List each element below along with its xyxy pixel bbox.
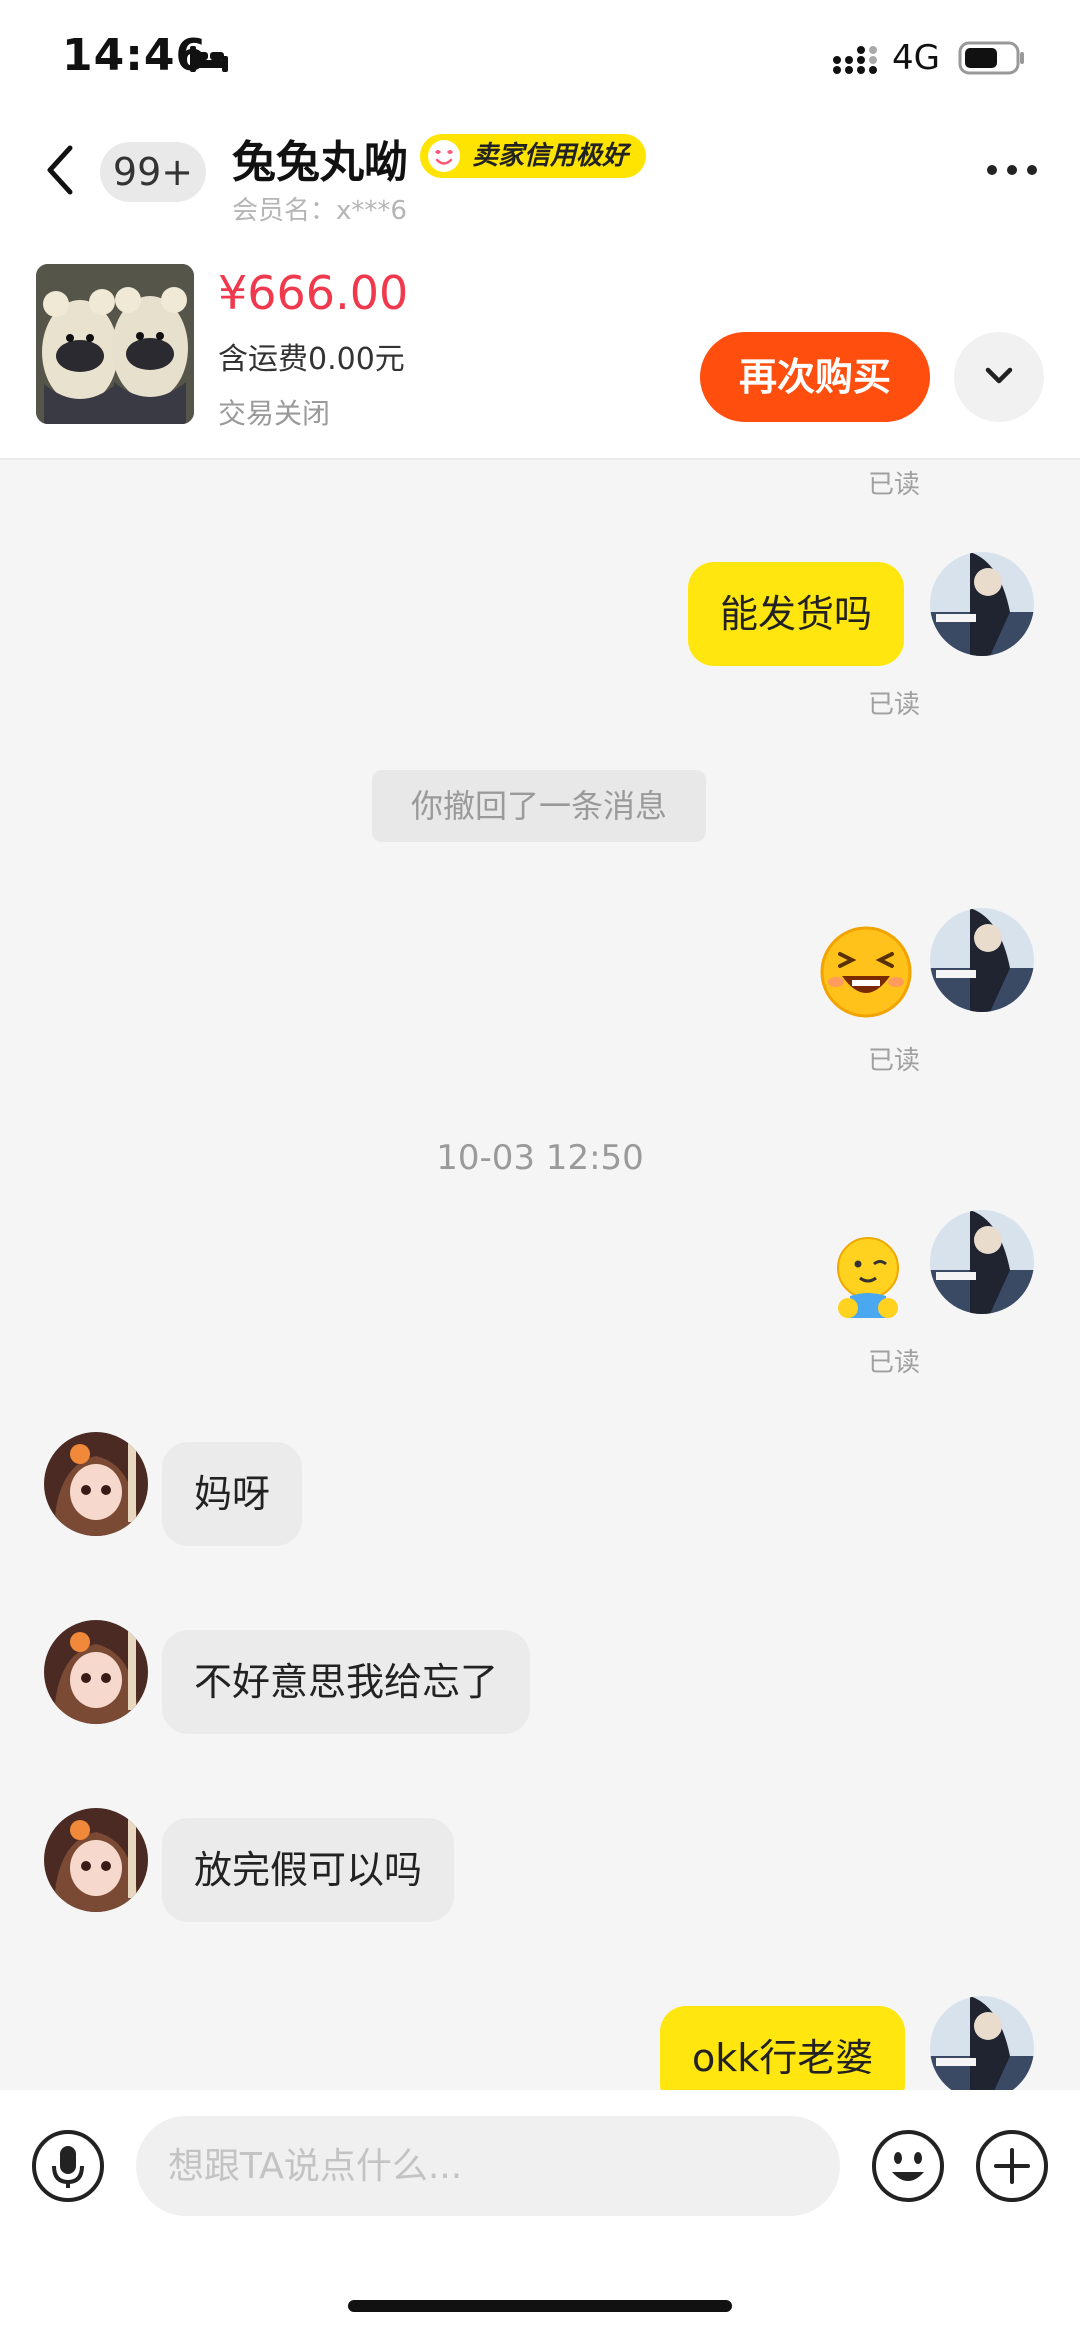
contact-avatar[interactable] — [44, 1808, 148, 1912]
contact-message-bubble[interactable]: 放完假可以吗 — [162, 1818, 455, 1922]
avatar-image — [930, 908, 1034, 1012]
contact-name[interactable]: 兔兔丸呦 — [232, 126, 408, 190]
read-receipt: 已读 — [868, 1348, 921, 1378]
signal-strength-icon — [833, 46, 877, 74]
seller-credit-badge[interactable]: 卖家信用极好 — [420, 134, 647, 178]
avatar-image — [930, 552, 1034, 656]
plush-slippers-image — [36, 264, 194, 424]
avatar-image — [930, 1996, 1034, 2100]
product-thumbnail[interactable] — [36, 264, 194, 424]
my-avatar[interactable] — [930, 1210, 1034, 1314]
avatar-image — [44, 1808, 148, 1912]
avatar-image — [44, 1620, 148, 1724]
trade-status: 交易关闭 — [218, 397, 331, 430]
member-name: 会员名：x***6 — [232, 196, 407, 226]
read-receipt: 已读 — [868, 690, 921, 720]
chevron-down-icon — [985, 367, 1013, 384]
chat-timestamp: 10-03 12:50 — [436, 1138, 644, 1178]
status-time: 14:46 — [62, 30, 208, 81]
read-receipt: 已读 — [868, 1046, 921, 1076]
my-avatar[interactable] — [930, 552, 1034, 656]
message-input[interactable] — [136, 2116, 840, 2216]
microphone-icon[interactable] — [30, 2128, 106, 2204]
status-bar: 14:46 4G — [0, 0, 1080, 120]
shipping-fee: 含运费0.00元 — [218, 342, 405, 377]
winking-emoji-sticker[interactable] — [826, 1232, 910, 1324]
expand-button[interactable] — [954, 332, 1044, 422]
network-type: 4G — [892, 38, 940, 78]
contact-message-bubble[interactable]: 妈呀 — [162, 1442, 303, 1546]
read-receipt: 已读 — [868, 470, 921, 500]
sleep-focus-icon — [190, 46, 228, 72]
home-indicator[interactable] — [348, 2300, 732, 2312]
unread-count-badge[interactable]: 99+ — [100, 142, 206, 202]
back-chevron-icon[interactable] — [42, 140, 78, 200]
laughing-emoji-sticker[interactable] — [818, 924, 914, 1020]
plus-icon[interactable] — [974, 2128, 1050, 2204]
battery-icon — [958, 41, 1024, 75]
contact-message-bubble[interactable]: 不好意思我给忘了 — [162, 1630, 531, 1734]
product-price: ¥666.00 — [218, 266, 409, 320]
recalled-message-notice: 你撤回了一条消息 — [372, 770, 706, 842]
credit-badge-label: 卖家信用极好 — [472, 141, 629, 171]
my-message-bubble[interactable]: 能发货吗 — [688, 562, 905, 666]
contact-avatar[interactable] — [44, 1620, 148, 1724]
avatar-image — [930, 1210, 1034, 1314]
avatar-image — [44, 1432, 148, 1536]
more-dots-icon[interactable] — [984, 162, 1040, 178]
my-avatar[interactable] — [930, 908, 1034, 1012]
emoji-icon[interactable] — [870, 2128, 946, 2204]
my-avatar[interactable] — [930, 1996, 1034, 2100]
heart-eyes-face-icon — [428, 140, 460, 172]
contact-avatar[interactable] — [44, 1432, 148, 1536]
header-divider — [0, 458, 1080, 460]
rebuy-button[interactable]: 再次购买 — [700, 332, 930, 422]
